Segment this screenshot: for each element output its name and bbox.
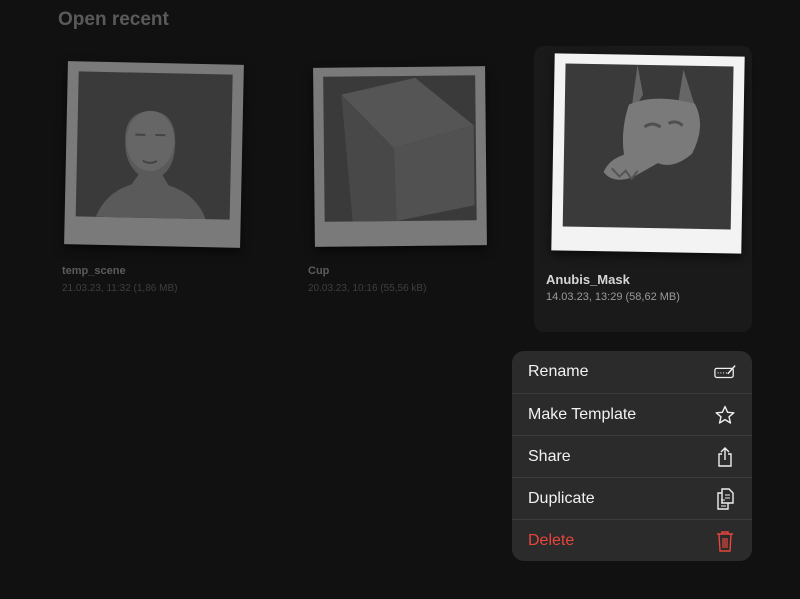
menu-item-duplicate[interactable]: Duplicate [512,477,752,519]
menu-item-label: Duplicate [528,489,595,507]
menu-item-label: Make Template [528,405,637,423]
file-name: Anubis_Mask [546,272,630,287]
file-name: Cup [308,265,330,277]
anubis-mask-image [603,64,700,181]
file-meta: 14.03.23, 13:29 (58,62 MB) [546,291,680,303]
file-thumbnail[interactable] [551,53,745,254]
share-icon [714,446,736,468]
menu-item-make-template[interactable]: Make Template [512,393,752,435]
duplicate-icon [714,487,736,510]
menu-item-label: Rename [528,363,589,380]
context-menu: Rename Make Template Share Duplicate Del… [512,351,752,561]
section-title: Open recent [58,9,169,30]
menu-item-label: Share [528,447,571,465]
file-name: temp_scene [62,265,126,277]
trash-icon [714,530,736,552]
star-icon [714,404,736,426]
head-sculpt-image [95,110,206,220]
file-meta: 20.03.23, 10:16 (55,56 kB) [308,283,427,294]
file-thumbnail[interactable] [313,66,487,247]
menu-item-delete[interactable]: Delete [512,519,752,561]
menu-item-label: Delete [528,531,575,549]
cube-image [341,77,475,222]
menu-item-share[interactable]: Share [512,435,752,477]
rename-icon [714,361,736,383]
file-thumbnail[interactable] [64,61,244,248]
menu-item-rename[interactable]: Rename [512,351,752,393]
file-meta: 21.03.23, 11:32 (1,86 MB) [62,283,178,294]
